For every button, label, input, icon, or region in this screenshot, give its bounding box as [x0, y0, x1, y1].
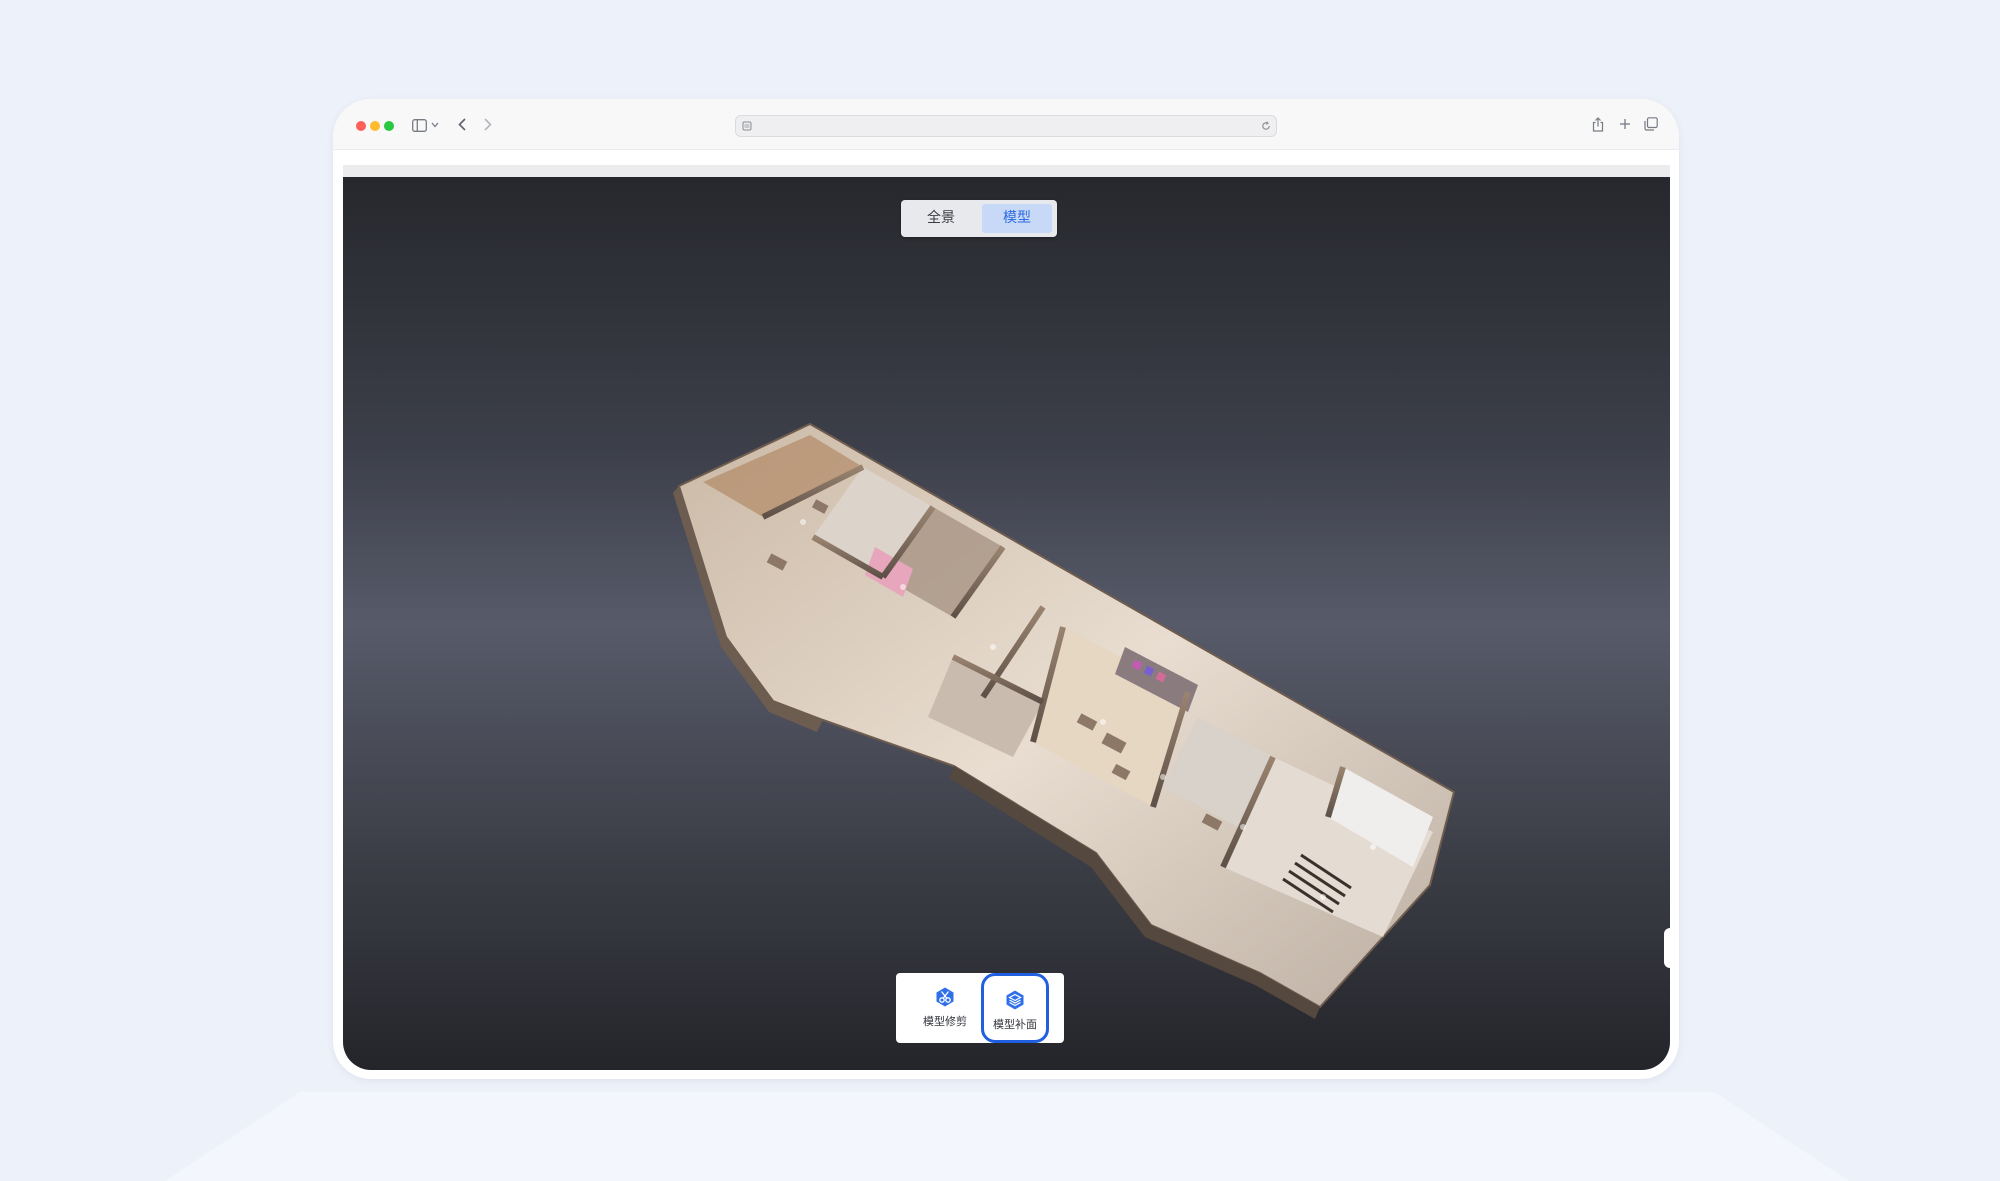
browser-toolbar [333, 99, 1679, 150]
model-trim-label: 模型修剪 [923, 1015, 967, 1028]
back-icon[interactable] [455, 116, 469, 132]
window-zoom-button[interactable] [384, 121, 394, 131]
tabs-overview-icon[interactable] [1643, 116, 1659, 132]
side-panel-handle[interactable] [1664, 928, 1670, 968]
page-top-strip [343, 165, 1670, 177]
layers-icon [1006, 990, 1024, 1010]
model-tools-bar: 模型修剪 模型补面 [896, 973, 1064, 1043]
model-patch-label: 模型补面 [993, 1018, 1037, 1031]
window-close-button[interactable] [356, 121, 366, 131]
forward-icon[interactable] [481, 116, 495, 132]
model-trim-button[interactable]: 模型修剪 [911, 973, 979, 1043]
new-tab-icon[interactable] [1617, 116, 1633, 132]
3d-house-model[interactable] [343, 177, 1670, 1070]
scissors-icon [936, 987, 954, 1007]
sidebar-icon[interactable] [411, 117, 427, 133]
share-icon[interactable] [1590, 115, 1606, 133]
address-bar[interactable] [735, 115, 1277, 137]
tablet-frame: 全景 模型 模型修剪 模型补面 [333, 99, 1679, 1079]
reload-icon[interactable] [1259, 119, 1273, 133]
model-viewport[interactable]: 全景 模型 模型修剪 模型补面 [343, 177, 1670, 1070]
model-patch-button[interactable]: 模型补面 [981, 973, 1049, 1043]
chevron-down-icon[interactable] [430, 118, 440, 132]
window-minimize-button[interactable] [370, 121, 380, 131]
device-stand-shadow [165, 1092, 1849, 1181]
site-icon [740, 119, 754, 133]
